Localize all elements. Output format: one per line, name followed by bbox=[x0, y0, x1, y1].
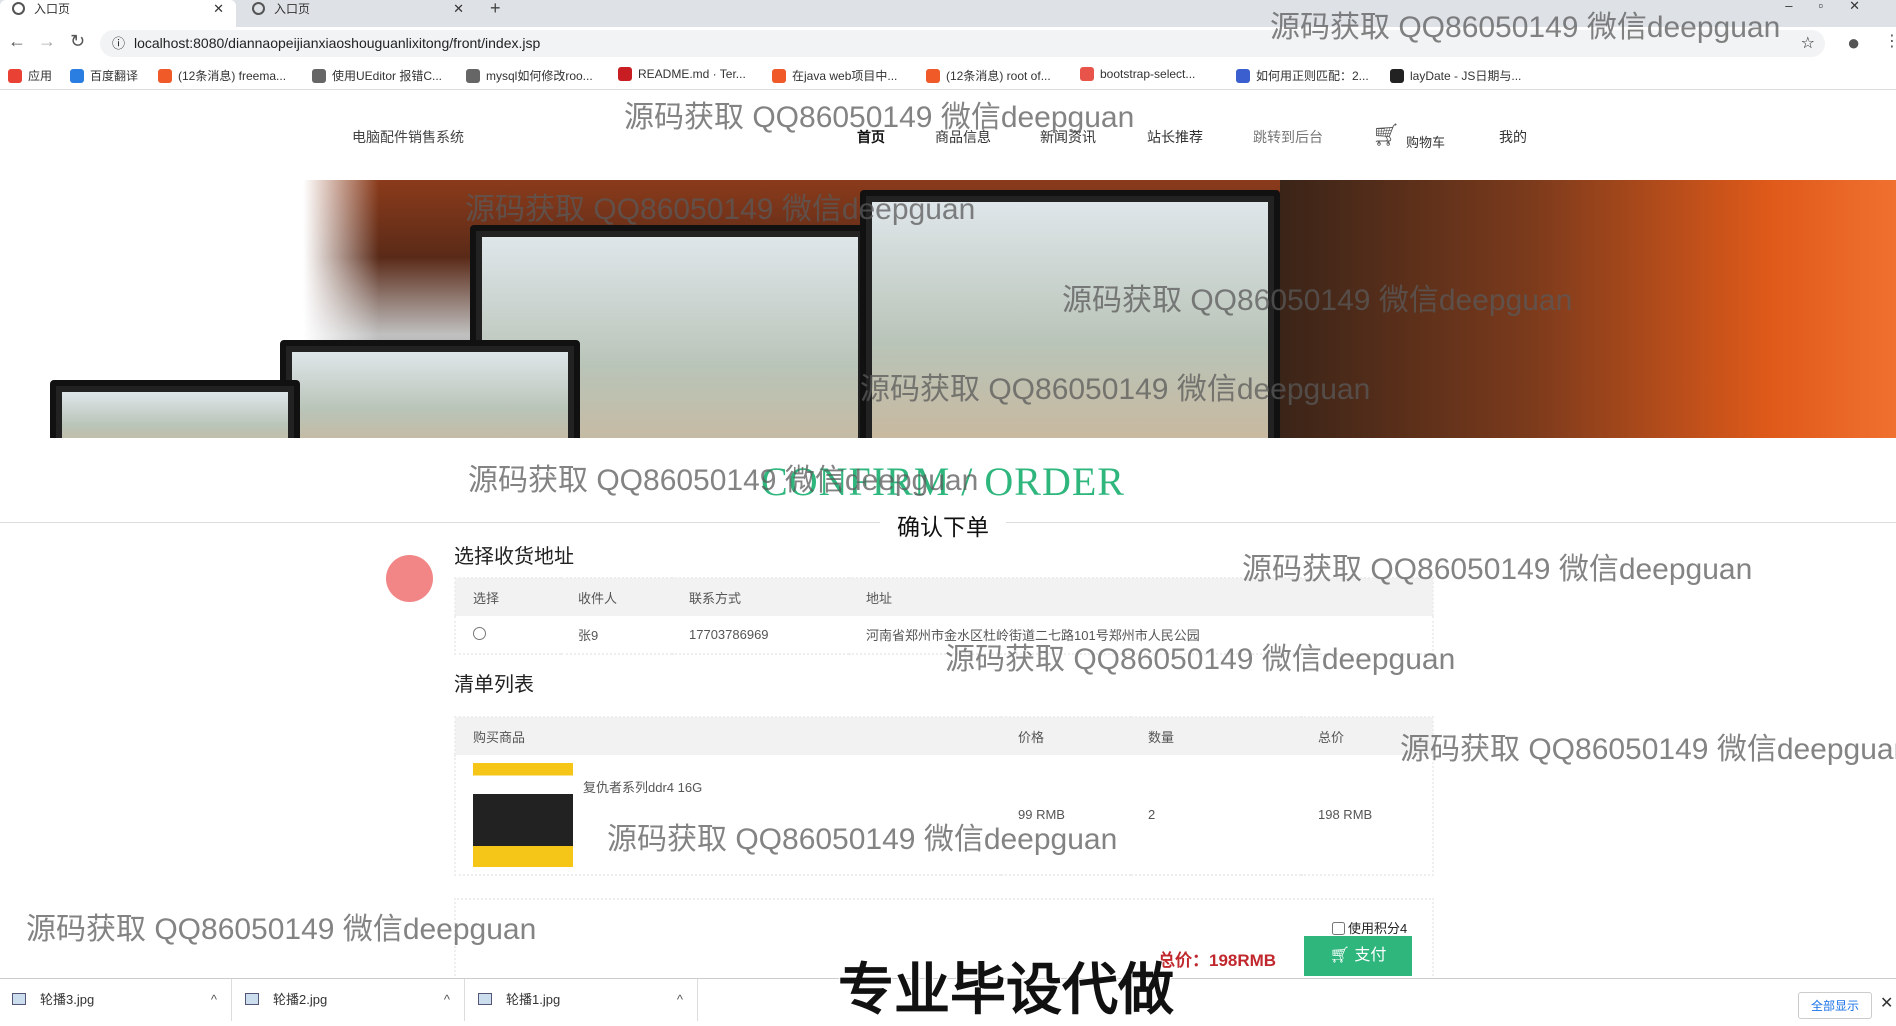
col-header: 总价 bbox=[1301, 717, 1433, 755]
download-item[interactable]: 轮播1.jpg ^ bbox=[466, 979, 698, 1021]
globe-icon bbox=[252, 2, 265, 15]
col-header: 数量 bbox=[1131, 717, 1301, 755]
show-all-button[interactable]: 全部显示 bbox=[1798, 992, 1873, 1019]
col-header: 联系方式 bbox=[672, 578, 849, 616]
menu-icon[interactable]: ⋮ bbox=[1884, 31, 1896, 51]
star-icon[interactable]: ☆ bbox=[1801, 30, 1815, 57]
nav-mine[interactable]: 我的 bbox=[1499, 127, 1527, 147]
bookmark-item[interactable]: 应用 bbox=[8, 67, 52, 84]
bookmark-favicon-icon bbox=[466, 69, 480, 83]
col-header: 选择 bbox=[455, 578, 561, 616]
product-image bbox=[473, 763, 573, 867]
recipient: 张9 bbox=[578, 628, 599, 643]
address: 河南省郑州市金水区杜岭街道二七路101号郑州市人民公园 bbox=[866, 628, 1200, 643]
browser-tab[interactable]: 入口页 ✕ bbox=[0, 0, 236, 27]
address-section-title: 选择收货地址 bbox=[454, 546, 574, 568]
table-row: 复仇者系列ddr4 16G 99 RMB 2 198 RMB bbox=[455, 755, 1433, 875]
order-total: 总价：198RMB bbox=[1158, 951, 1277, 970]
cart-icon[interactable]: 🛒︎ bbox=[1372, 122, 1400, 148]
bookmark-favicon-icon bbox=[618, 67, 632, 81]
site-title: 电脑配件销售系统 bbox=[352, 129, 464, 145]
heading-cn: 确认下单 bbox=[880, 508, 1006, 542]
chevron-up-icon[interactable]: ^ bbox=[211, 979, 217, 1021]
table-row[interactable]: 张9 17703786969 河南省郑州市金水区杜岭街道二七路101号郑州市人民… bbox=[455, 616, 1433, 654]
chevron-up-icon[interactable]: ^ bbox=[444, 979, 450, 1021]
address-radio[interactable] bbox=[473, 626, 486, 640]
bookmark-favicon-icon bbox=[1080, 67, 1094, 81]
line-total: 198 RMB bbox=[1318, 807, 1373, 822]
bookmark-favicon-icon bbox=[70, 69, 84, 83]
url-bar[interactable]: ⓘ localhost:8080/diannaopeijianxiaoshoug… bbox=[100, 30, 1825, 57]
address-table: 选择 收件人 联系方式 地址 张9 17703786969 河南省郑州市金水区杜… bbox=[454, 577, 1434, 655]
heading-en: CONFIRM / ORDER bbox=[761, 459, 1125, 504]
download-item[interactable]: 轮播2.jpg ^ bbox=[233, 979, 465, 1021]
cart-icon: 🛒︎ bbox=[1329, 947, 1355, 964]
reload-icon[interactable]: ↻ bbox=[70, 31, 85, 52]
window-controls[interactable]: –▫✕ bbox=[1785, 0, 1886, 14]
nav-home[interactable]: 首页 bbox=[857, 127, 885, 147]
nav-news[interactable]: 新闻资讯 bbox=[1040, 127, 1096, 147]
bookmark-item[interactable]: 如何用正则匹配：2... bbox=[1236, 67, 1369, 84]
nav-recommend[interactable]: 站长推荐 bbox=[1147, 127, 1203, 147]
quantity: 2 bbox=[1148, 807, 1156, 822]
globe-icon bbox=[12, 2, 25, 15]
info-icon: ⓘ bbox=[112, 36, 126, 51]
nav-admin[interactable]: 跳转到后台 bbox=[1253, 127, 1323, 147]
col-header: 地址 bbox=[849, 578, 1433, 616]
file-icon bbox=[478, 993, 492, 1005]
product-name: 复仇者系列ddr4 16G bbox=[583, 780, 703, 795]
bookmark-favicon-icon bbox=[312, 69, 326, 83]
address-row: ← → ↻ ⓘ localhost:8080/diannaopeijianxia… bbox=[0, 27, 1896, 60]
bookmark-favicon-icon bbox=[1390, 69, 1404, 83]
profile-icon[interactable]: ● bbox=[1847, 30, 1860, 56]
cursor-highlight bbox=[386, 555, 433, 602]
order-items-table: 购买商品 价格 数量 总价 复仇者系列ddr4 16G 99 RMB 2 198… bbox=[454, 716, 1434, 876]
forward-icon[interactable]: → bbox=[38, 31, 56, 52]
bookmark-item[interactable]: 百度翻译 bbox=[70, 67, 138, 84]
bookmark-favicon-icon bbox=[772, 69, 786, 83]
bookmark-item[interactable]: 在java web项目中... bbox=[772, 67, 897, 84]
back-icon[interactable]: ← bbox=[8, 31, 26, 52]
hero-banner bbox=[0, 180, 1896, 438]
col-header: 收件人 bbox=[561, 578, 672, 616]
new-tab-button[interactable]: + bbox=[490, 0, 501, 19]
bookmark-favicon-icon bbox=[158, 69, 172, 83]
promo-overlay: 专业毕设代做 bbox=[837, 957, 1175, 1022]
bookmarks-bar: 应用 百度翻译 (12条消息) freema... 使用UEditor 报错C... m… bbox=[0, 60, 1896, 90]
file-icon bbox=[12, 993, 26, 1005]
col-header: 价格 bbox=[1001, 717, 1131, 755]
list-section-title: 清单列表 bbox=[454, 674, 534, 696]
bookmark-item[interactable]: 使用UEditor 报错C... bbox=[312, 67, 442, 84]
close-tab-icon[interactable]: ✕ bbox=[213, 0, 224, 18]
close-tab-icon[interactable]: ✕ bbox=[453, 0, 464, 18]
browser-tab[interactable]: 入口页 ✕ bbox=[240, 0, 476, 27]
phone: 17703786969 bbox=[689, 627, 769, 642]
bookmark-item[interactable]: README.md · Ter... bbox=[618, 67, 746, 81]
bookmark-item[interactable]: layDate - JS日期与... bbox=[1390, 67, 1521, 84]
pay-button[interactable]: 🛒︎ 支付 bbox=[1304, 936, 1412, 976]
bookmark-item[interactable]: (12条消息) freema... bbox=[158, 67, 286, 84]
nav-products[interactable]: 商品信息 bbox=[935, 127, 991, 147]
bookmark-item[interactable]: bootstrap-select... bbox=[1080, 67, 1195, 81]
price: 99 RMB bbox=[1018, 807, 1065, 822]
chevron-up-icon[interactable]: ^ bbox=[677, 979, 683, 1021]
close-icon[interactable]: ✕ bbox=[1880, 993, 1893, 1013]
watermark: 源码获取 QQ86050149 微信deepguan bbox=[1400, 733, 1896, 766]
download-item[interactable]: 轮播3.jpg ^ bbox=[0, 979, 232, 1021]
col-header: 购买商品 bbox=[455, 717, 1001, 755]
tab-bar: 入口页 ✕ 入口页 ✕ + –▫✕ bbox=[0, 0, 1896, 27]
use-points-checkbox[interactable]: 使用积分4 bbox=[1332, 918, 1407, 937]
bookmark-favicon-icon bbox=[8, 69, 22, 83]
nav-cart[interactable]: 购物车 bbox=[1406, 132, 1445, 151]
bookmark-item[interactable]: mysql如何修改roo... bbox=[466, 67, 593, 84]
bookmark-favicon-icon bbox=[926, 69, 940, 83]
bookmark-item[interactable]: (12条消息) root of... bbox=[926, 67, 1051, 84]
file-icon bbox=[245, 993, 259, 1005]
bookmark-favicon-icon bbox=[1236, 69, 1250, 83]
